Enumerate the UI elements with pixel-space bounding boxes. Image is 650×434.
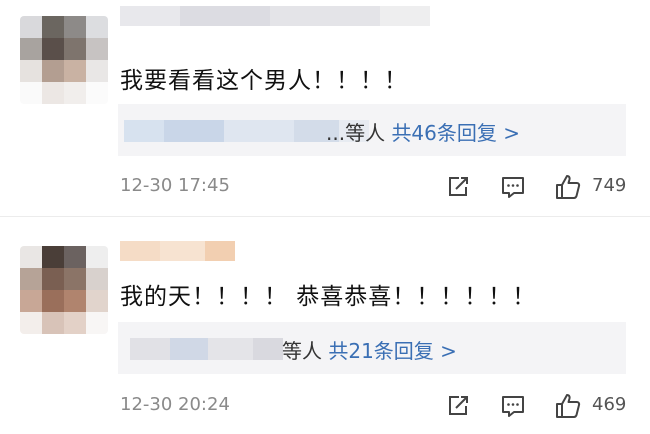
like-count: 469: [592, 394, 627, 415]
comment-icon[interactable]: [498, 172, 528, 202]
username-blurred[interactable]: [120, 6, 430, 26]
comment-footer: 12-30 17:45 749: [120, 172, 630, 202]
reply-users-tail: 等人: [282, 339, 322, 363]
comment-icon[interactable]: [498, 391, 528, 421]
comment-text: 我要看看这个男人！！！！: [120, 68, 408, 94]
reply-usernames-blurred: [130, 338, 283, 360]
reply-preview[interactable]: ...等人 共46条回复 >: [118, 104, 626, 156]
like-count: 749: [592, 175, 627, 196]
timestamp: 12-30 17:45: [120, 175, 230, 196]
comment-item: 我的天！！！！ 恭喜恭喜！！！！！！ 等人 共21条回复 > 12-30 20:…: [0, 217, 650, 434]
share-icon[interactable]: [443, 172, 473, 202]
reply-count-link[interactable]: 共46条回复 >: [391, 121, 520, 145]
reply-preview[interactable]: 等人 共21条回复 >: [118, 322, 626, 374]
thumbs-up-icon[interactable]: [553, 391, 583, 421]
reply-summary: 等人 共21条回复 >: [282, 335, 457, 364]
avatar[interactable]: [20, 16, 108, 104]
share-icon[interactable]: [443, 391, 473, 421]
thumbs-up-icon[interactable]: [553, 172, 583, 202]
comment-text: 我的天！！！！ 恭喜恭喜！！！！！！: [120, 284, 537, 310]
username-blurred[interactable]: [120, 241, 235, 261]
comment-footer: 12-30 20:24 469: [120, 391, 630, 421]
reply-summary: ...等人 共46条回复 >: [326, 117, 520, 146]
avatar[interactable]: [20, 246, 108, 334]
comment-item: 我要看看这个男人！！！！ ...等人 共46条回复 > 12-30 17:45 …: [0, 0, 650, 217]
reply-count-link[interactable]: 共21条回复 >: [328, 339, 457, 363]
reply-users-tail: ...等人: [326, 121, 386, 145]
timestamp: 12-30 20:24: [120, 394, 230, 415]
